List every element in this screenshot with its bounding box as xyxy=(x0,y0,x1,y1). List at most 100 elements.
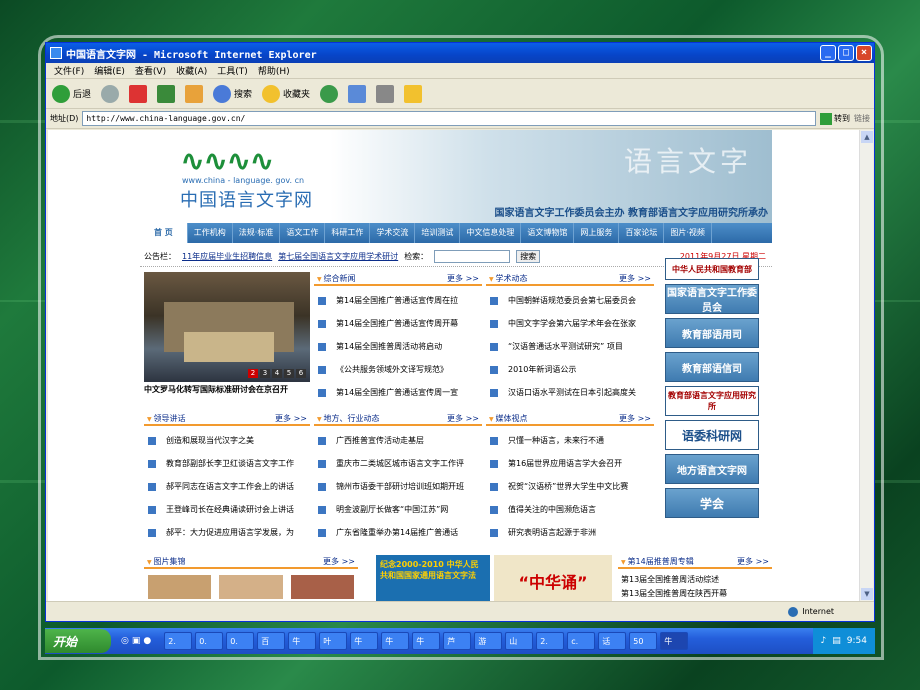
list-item[interactable]: 第14届全国推普周活动将启动 xyxy=(318,335,478,358)
nav-item[interactable]: 语文工作 xyxy=(280,223,326,243)
task-button[interactable]: 百 xyxy=(257,632,286,650)
nav-item[interactable]: 中文信息处理 xyxy=(460,223,522,243)
list-item[interactable]: 第14届全国推广普通话宣传周在拉 xyxy=(318,289,478,312)
slide-num[interactable]: 4 xyxy=(272,369,282,378)
links-label[interactable]: 链接 xyxy=(854,113,870,124)
logo-name[interactable]: 中国语言文字网 xyxy=(180,186,313,212)
history-button[interactable] xyxy=(320,84,339,103)
network-icon[interactable]: ▤ xyxy=(832,636,841,646)
task-button[interactable]: 牛 xyxy=(288,632,317,650)
list-item[interactable]: 重庆市二类城区城市语言文字工作评 xyxy=(318,452,478,475)
more-link[interactable]: 更多 >> xyxy=(275,413,307,424)
notice-link[interactable]: 11年应届毕业生招聘信息 xyxy=(182,251,272,262)
scroll-up-icon[interactable]: ▲ xyxy=(861,131,873,143)
task-button[interactable]: 50 xyxy=(629,632,658,650)
list-item[interactable]: 只懂一种语言，未来行不通 xyxy=(490,429,650,452)
list-item[interactable]: 第16届世界应用语言学大会召开 xyxy=(490,452,650,475)
volume-icon[interactable]: ♪ xyxy=(821,636,827,646)
list-item[interactable]: 第14届全国推广普通话宣传周一宣 xyxy=(318,381,478,404)
list-item[interactable]: 汉语口语水平测试在日本引起高度关 xyxy=(490,381,650,404)
back-button[interactable]: 后退 xyxy=(52,84,91,103)
photo-caption[interactable]: 中文罗马化转写国际标准研讨会在京召开 xyxy=(144,384,310,395)
list-item[interactable]: 教育部副部长李卫红谈语言文字工作 xyxy=(148,452,306,475)
menu-tools[interactable]: 工具(T) xyxy=(217,64,248,77)
task-button[interactable]: 牛 xyxy=(412,632,441,650)
more-link[interactable]: 更多 >> xyxy=(619,413,651,424)
close-button[interactable]: × xyxy=(856,45,872,61)
list-item[interactable]: 中国朝鲜语规范委员会第七届委员会 xyxy=(490,289,650,312)
scroll-down-icon[interactable]: ▼ xyxy=(861,588,873,600)
task-button[interactable]: 游 xyxy=(474,632,503,650)
promo-item[interactable]: 第13届全国推普周在陕西开幕 xyxy=(621,587,769,601)
more-link[interactable]: 更多 >> xyxy=(737,556,769,567)
task-button[interactable]: 0. xyxy=(195,632,224,650)
nav-item[interactable]: 培训测试 xyxy=(415,223,461,243)
slide-num[interactable]: 5 xyxy=(284,369,294,378)
list-item[interactable]: 广东省隆重举办第14届推广普通话 xyxy=(318,521,478,544)
clock[interactable]: 9:54 xyxy=(847,636,867,646)
maximize-button[interactable]: □ xyxy=(838,45,854,61)
thumbnail[interactable] xyxy=(148,575,212,599)
sidebar-link-local[interactable]: 地方语言文字网 xyxy=(665,454,759,484)
ie-icon[interactable]: ◎ xyxy=(121,636,129,646)
news-photo[interactable]: 2 3 4 5 6 xyxy=(144,272,310,382)
task-button[interactable]: 0. xyxy=(226,632,255,650)
sidebar-link-yuyongsi[interactable]: 教育部语用司 xyxy=(665,318,759,348)
nav-item[interactable]: 学术交流 xyxy=(370,223,416,243)
list-item[interactable]: 研究表明语言起源于非洲 xyxy=(490,521,650,544)
sidebar-link-research[interactable]: 语委科研网 xyxy=(665,420,759,450)
go-button[interactable]: 转到 xyxy=(820,112,850,125)
sidebar-link-moe[interactable]: 中华人民共和国教育部 xyxy=(665,258,759,280)
more-link[interactable]: 更多 >> xyxy=(619,273,651,284)
refresh-button[interactable] xyxy=(157,84,176,103)
folder-button[interactable] xyxy=(404,84,423,103)
notice-link[interactable]: 第七届全国语言文字应用学术研讨 xyxy=(278,251,398,262)
more-link[interactable]: 更多 >> xyxy=(447,273,479,284)
task-button[interactable]: 牛 xyxy=(381,632,410,650)
list-item[interactable]: 值得关注的中国濒危语言 xyxy=(490,498,650,521)
minimize-button[interactable]: _ xyxy=(820,45,836,61)
list-item[interactable]: 锦州市语委干部研讨培训班如期开班 xyxy=(318,475,478,498)
nav-home[interactable]: 首 页 xyxy=(140,223,188,243)
task-button[interactable]: 叶 xyxy=(319,632,348,650)
nav-item[interactable]: 科研工作 xyxy=(325,223,371,243)
slide-num[interactable]: 2 xyxy=(248,369,258,378)
list-item[interactable]: 创造和展现当代汉字之美 xyxy=(148,429,306,452)
slide-num[interactable]: 3 xyxy=(260,369,270,378)
media-icon[interactable]: ● xyxy=(143,636,151,646)
list-item[interactable]: 广西推普宣传活动走基层 xyxy=(318,429,478,452)
promo-item[interactable]: 第13届全国推普周活动综述 xyxy=(621,573,769,587)
nav-item[interactable]: 工作机构 xyxy=(188,223,233,243)
task-button[interactable]: 话 xyxy=(598,632,627,650)
nav-item[interactable]: 图片·视频 xyxy=(664,223,712,243)
title-bar[interactable]: 中国语言文字网 - Microsoft Internet Explorer _ … xyxy=(46,43,874,63)
task-button-active[interactable]: 牛 xyxy=(660,632,689,650)
list-item[interactable]: 郝平同志在语言文字工作会上的讲话 xyxy=(148,475,306,498)
more-link[interactable]: 更多 >> xyxy=(323,556,355,567)
nav-item[interactable]: 法规·标准 xyxy=(233,223,281,243)
print-button[interactable] xyxy=(376,84,395,103)
address-input[interactable]: http://www.china-language.gov.cn/ xyxy=(82,111,816,126)
task-button[interactable]: 2. xyxy=(164,632,193,650)
thumbnail[interactable] xyxy=(290,575,354,599)
list-item[interactable]: 2010年新词语公示 xyxy=(490,358,650,381)
list-item[interactable]: 第14届全国推广普通话宣传周开幕 xyxy=(318,312,478,335)
vertical-scrollbar[interactable]: ▲ ▼ xyxy=(859,130,873,601)
menu-view[interactable]: 查看(V) xyxy=(135,64,166,77)
nav-item[interactable]: 网上服务 xyxy=(574,223,620,243)
list-item[interactable]: 中国文字学会第六届学术年会在张家 xyxy=(490,312,650,335)
nav-item[interactable]: 语文博物馆 xyxy=(521,223,575,243)
list-item[interactable]: 《公共服务领域外文译写规范》 xyxy=(318,358,478,381)
start-button[interactable]: 开始 xyxy=(45,629,111,653)
folder-icon[interactable]: ▣ xyxy=(132,636,141,646)
menu-edit[interactable]: 编辑(E) xyxy=(94,64,125,77)
law-banner[interactable]: 纪念2000-2010 中华人民共和国国家通用语言文字法 xyxy=(376,555,490,601)
task-button[interactable]: c. xyxy=(567,632,596,650)
task-button[interactable]: 山 xyxy=(505,632,534,650)
zhonghuasong-banner[interactable]: “中华诵” xyxy=(494,555,612,601)
nav-item[interactable]: 百家论坛 xyxy=(619,223,665,243)
thumbnail[interactable] xyxy=(219,575,283,599)
list-item[interactable]: 郝平：大力促进应用语言学发展，为 xyxy=(148,521,306,544)
menu-file[interactable]: 文件(F) xyxy=(54,64,84,77)
sidebar-link-committee[interactable]: 国家语言文字工作委员会 xyxy=(665,284,759,314)
